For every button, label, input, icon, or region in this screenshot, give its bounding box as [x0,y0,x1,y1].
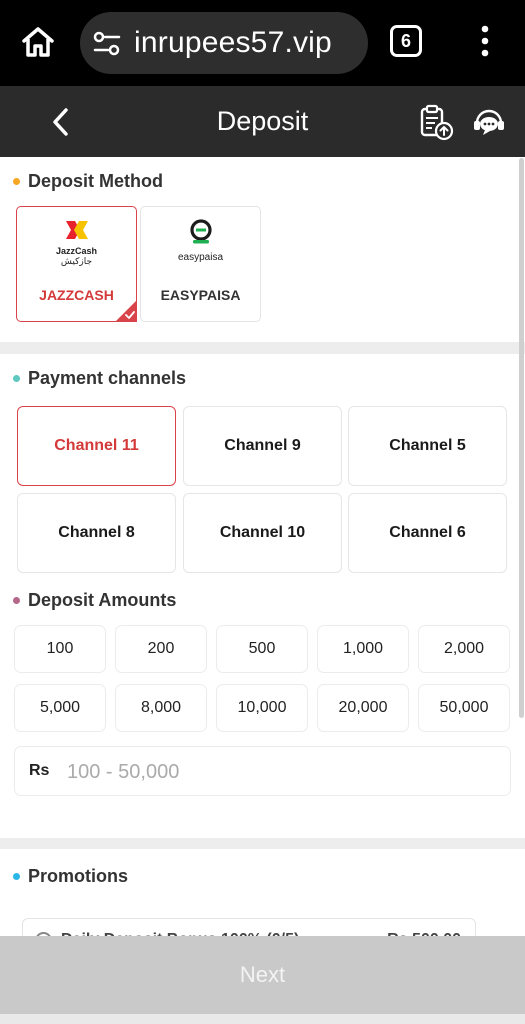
amount-option[interactable]: 5,000 [14,684,106,732]
divider [0,342,525,354]
jazzcash-logo-text: JazzCash [55,246,98,256]
jazzcash-logo-mark [65,221,88,239]
section-dot [13,375,20,382]
more-vert-icon[interactable] [474,22,496,62]
deposit-method-title: Deposit Method [28,171,163,191]
method-easypaisa[interactable]: easypaisa EASYPAISA [140,206,261,322]
amount-option[interactable]: 200 [115,625,207,673]
tab-switcher-button[interactable]: 6 [390,25,422,57]
address-bar[interactable]: inrupees57.vip [80,12,368,74]
channel-option[interactable]: Channel 8 [17,493,176,573]
amount-option[interactable]: 20,000 [317,684,409,732]
section-dot [13,178,20,185]
check-icon [115,300,137,322]
jazzcash-logo: JazzCash جازکیش [17,219,136,266]
home-icon[interactable] [18,22,58,62]
amount-option[interactable]: 50,000 [418,684,510,732]
deposit-amounts-title: Deposit Amounts [28,590,177,610]
amount-option[interactable]: 10,000 [216,684,308,732]
tune-icon[interactable] [92,31,122,57]
browser-toolbar: inrupees57.vip 6 [0,0,525,86]
next-button[interactable]: Next [0,936,525,1014]
amount-option[interactable]: 500 [216,625,308,673]
jazzcash-logo-subtext: جازکیش [60,256,93,266]
easypaisa-logo: easypaisa [141,219,260,264]
url-text[interactable]: inrupees57.vip [134,26,332,60]
method-label: EASYPAISA [160,287,241,303]
deposit-method-heading: Deposit Method [13,171,163,192]
amount-option[interactable]: 100 [14,625,106,673]
easypaisa-logo-text: easypaisa [177,252,224,263]
clipboard-upload-icon[interactable] [416,104,456,142]
channel-option[interactable]: Channel 10 [183,493,342,573]
deposit-amounts-heading: Deposit Amounts [13,590,176,611]
channel-option[interactable]: Channel 11 [17,406,176,486]
payment-channels-title: Payment channels [28,368,187,388]
easypaisa-logo-mark [189,219,212,244]
channel-option[interactable]: Channel 5 [348,406,507,486]
app-header: Deposit [0,86,525,157]
amount-option[interactable]: 2,000 [418,625,510,673]
scrollbar[interactable] [519,158,524,718]
chat-support-icon[interactable] [471,106,507,140]
payment-channels-heading: Payment channels [13,368,186,389]
channel-option[interactable]: Channel 9 [183,406,342,486]
amount-option[interactable]: 8,000 [115,684,207,732]
promotions-title: Promotions [28,866,129,886]
channel-option[interactable]: Channel 6 [348,493,507,573]
promotions-heading: Promotions [13,866,128,887]
amount-option[interactable]: 1,000 [317,625,409,673]
section-dot [13,873,20,880]
bottom-bar [0,1014,525,1024]
method-jazzcash[interactable]: JazzCash جازکیش JAZZCASH [16,206,137,322]
amount-input-container: Rs [14,746,511,796]
currency-label: Rs [29,762,50,779]
section-dot [13,597,20,604]
amount-input[interactable] [67,755,487,789]
divider [0,838,525,849]
